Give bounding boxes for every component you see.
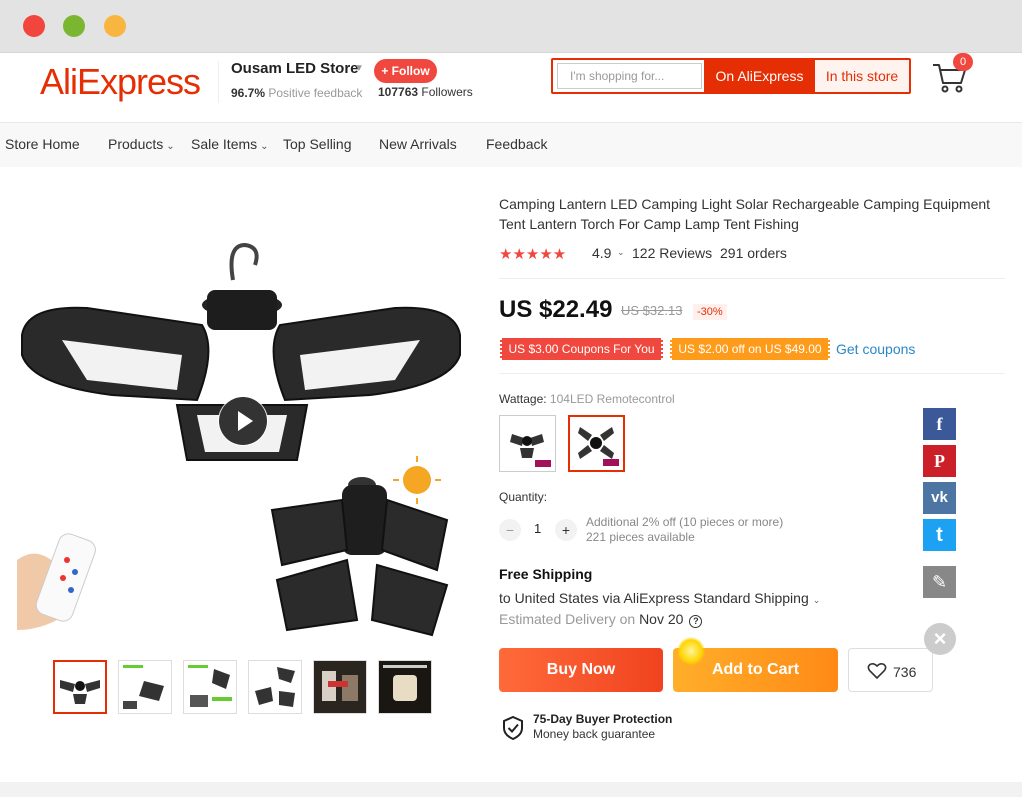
chevron-down-icon: ⌄ [812, 595, 821, 605]
quantity-label: Quantity: [499, 490, 548, 504]
maximize-window-button[interactable] [104, 15, 126, 37]
help-icon[interactable]: ? [689, 615, 703, 628]
sku-option-3-blade[interactable] [499, 415, 556, 472]
shield-icon [503, 716, 523, 740]
minimize-window-button[interactable] [63, 15, 85, 37]
rating-stars: ★★★★★ [499, 246, 567, 263]
quantity-input[interactable]: 1 [534, 521, 541, 536]
wattage-label-text: Wattage: [499, 392, 547, 406]
thumbnail-6[interactable] [378, 660, 432, 714]
divider [499, 278, 1005, 279]
chevron-down-icon: ⌄ [166, 141, 175, 152]
twitter-share-button[interactable]: t [923, 519, 956, 551]
buyer-protection-subtitle: Money back guarantee [533, 727, 656, 741]
divider [499, 373, 1005, 374]
buyer-protection-title: 75-Day Buyer Protection [533, 712, 673, 726]
get-coupons-link[interactable]: Get coupons [836, 341, 915, 357]
play-video-icon[interactable] [218, 396, 268, 446]
orders-count: 291 orders [720, 245, 787, 261]
sku-option-4-blade[interactable] [568, 415, 625, 472]
thumbnail-5[interactable] [313, 660, 367, 714]
wishlist-button[interactable]: 736 [848, 648, 933, 692]
store-name[interactable]: Ousam LED Store [231, 60, 359, 77]
lamp-thumbnail-icon [123, 665, 164, 709]
store-coupon[interactable]: US $3.00 Coupons For You [500, 338, 663, 360]
positive-feedback-pct: 96.7% [231, 86, 266, 100]
vk-share-button[interactable]: vk [923, 482, 956, 514]
current-price: US $22.49 [499, 296, 613, 323]
wishlist-count: 736 [893, 664, 917, 680]
window-titlebar [0, 0, 1022, 53]
quantity-info: Additional 2% off (10 pieces or more) 22… [586, 515, 783, 545]
stock-available: 221 pieces available [586, 530, 695, 544]
facebook-share-button[interactable]: f [923, 408, 956, 440]
page-footer-strip [0, 782, 1022, 797]
rating-value[interactable]: 4.9 [592, 245, 611, 261]
wattage-selected-value: 104LED Remotecontrol [549, 392, 675, 406]
nav-top-selling[interactable]: Top Selling [283, 136, 352, 152]
search-aliexpress-button[interactable]: On AliExpress [704, 60, 815, 92]
close-window-button[interactable] [23, 15, 45, 37]
store-nav: Store Home Products ⌄ Sale Items ⌄ Top Sel… [0, 123, 1022, 167]
quantity-increase-button[interactable]: + [555, 519, 577, 541]
sparkle-icon [677, 637, 705, 665]
search-box: I'm shopping for... On AliExpress In thi… [551, 58, 911, 94]
search-input[interactable]: I'm shopping for... [557, 63, 702, 89]
lamp-thumbnail-icon [379, 661, 431, 713]
product-title: Camping Lantern LED Camping Light Solar … [499, 196, 991, 232]
thumbnail-4[interactable] [248, 660, 302, 714]
chevron-down-icon[interactable]: ▼ [354, 63, 364, 74]
follow-button[interactable]: + Follow [374, 59, 437, 83]
shipping-method-text: to United States via AliExpress Standard… [499, 590, 809, 606]
followers-count: 107763 [378, 85, 419, 99]
original-price: US $32.13 [621, 303, 683, 318]
store-followers: 107763 Followers [378, 85, 473, 99]
bulk-discount-note: Additional 2% off (10 pieces or more) [586, 515, 784, 529]
thumbnail-1[interactable] [53, 660, 107, 714]
store-header: AliExpress Ousam LED Store ▼ + Follow 96… [0, 53, 1022, 123]
chevron-down-icon[interactable]: ⌄ [617, 247, 625, 258]
chevron-down-icon: ⌄ [260, 141, 269, 152]
nav-products[interactable]: Products ⌄ [108, 136, 175, 152]
header-divider [218, 61, 219, 103]
shipping-method[interactable]: to United States via AliExpress Standard… [499, 590, 820, 606]
buy-now-button[interactable]: Buy Now [499, 648, 663, 692]
discount-badge: -30% [693, 304, 727, 320]
nav-store-home[interactable]: Store Home [5, 136, 80, 152]
thumbnail-3[interactable] [183, 660, 237, 714]
store-feedback: 96.7% Positive feedback [231, 86, 362, 100]
nav-feedback[interactable]: Feedback [486, 136, 547, 152]
aliexpress-logo[interactable]: AliExpress [40, 61, 201, 103]
nav-new-arrivals[interactable]: New Arrivals [379, 136, 457, 152]
lamp-thumbnail-icon [314, 661, 366, 713]
followers-label: Followers [421, 85, 473, 99]
positive-feedback-label: Positive feedback [268, 86, 363, 100]
lamp-thumbnail-icon [60, 680, 100, 704]
search-store-button[interactable]: In this store [815, 60, 909, 92]
heart-icon [867, 662, 887, 680]
sku-tag [603, 459, 619, 466]
nav-products-label: Products [108, 136, 164, 152]
sku-tag [535, 460, 551, 467]
delivery-label: Estimated Delivery on [499, 611, 636, 627]
reviews-count[interactable]: 122 Reviews [632, 245, 712, 261]
delivery-date: Nov 20 [639, 611, 684, 627]
lamp-thumbnail-icon [255, 667, 295, 707]
cart-count-badge: 0 [953, 53, 973, 71]
store-coupon-threshold[interactable]: US $2.00 off on US $49.00 [670, 338, 830, 360]
close-icon[interactable]: × [924, 623, 956, 655]
shipping-title: Free Shipping [499, 566, 593, 582]
thumbnail-2[interactable] [118, 660, 172, 714]
wattage-label: Wattage: 104LED Remotecontrol [499, 392, 675, 406]
quantity-decrease-button[interactable]: − [499, 519, 521, 541]
edit-icon[interactable]: ✎ [923, 566, 956, 598]
pinterest-share-button[interactable]: P [923, 445, 956, 477]
estimated-delivery: Estimated Delivery on Nov 20? [499, 611, 703, 628]
nav-sale-items[interactable]: Sale Items ⌄ [191, 136, 269, 152]
lamp-thumbnail-icon [188, 665, 232, 707]
nav-sale-items-label: Sale Items [191, 136, 258, 152]
